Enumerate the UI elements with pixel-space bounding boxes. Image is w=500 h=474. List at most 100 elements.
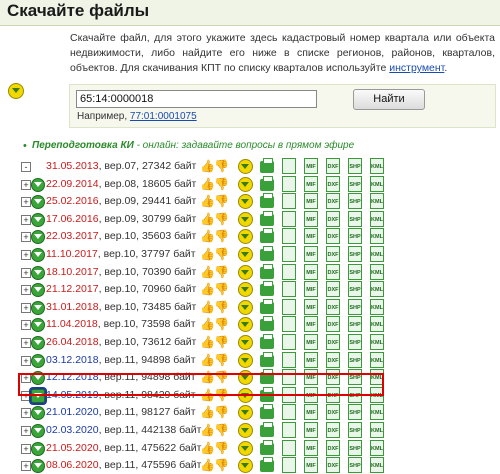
- file-date-link[interactable]: 22.09.2014: [46, 178, 99, 190]
- download-icon[interactable]: [238, 458, 253, 474]
- thumb-down-icon[interactable]: 👎: [214, 194, 229, 210]
- mif-file-icon[interactable]: MIF: [304, 175, 318, 192]
- download-icon[interactable]: [238, 440, 253, 456]
- shp-file-icon[interactable]: SHP: [348, 281, 362, 298]
- mif-file-icon[interactable]: MIF: [304, 263, 318, 280]
- file-download-icon[interactable]: [31, 283, 45, 298]
- print-icon[interactable]: [260, 316, 274, 332]
- mif-file-icon[interactable]: MIF: [304, 422, 318, 438]
- thumb-up-icon[interactable]: 👍: [200, 194, 215, 210]
- expand-toggle[interactable]: -: [21, 162, 31, 172]
- xml-file-icon[interactable]: [282, 158, 296, 174]
- mif-file-icon[interactable]: MIF: [304, 334, 318, 350]
- expand-toggle[interactable]: +: [21, 232, 31, 243]
- thumb-down-icon[interactable]: 👎: [214, 458, 229, 474]
- mif-file-icon[interactable]: MIF: [304, 404, 318, 421]
- announcement-link[interactable]: Переподготовка КИ: [32, 140, 134, 151]
- example-link[interactable]: 77:01:0001075: [130, 111, 197, 122]
- file-download-icon[interactable]: [31, 177, 45, 192]
- mif-file-icon[interactable]: MIF: [304, 316, 318, 333]
- file-date-link[interactable]: 21.12.2017: [46, 283, 99, 295]
- find-button[interactable]: Найти: [353, 89, 425, 110]
- print-icon[interactable]: [260, 246, 274, 261]
- file-date-link[interactable]: 11.10.2017: [46, 248, 98, 260]
- download-icon[interactable]: [238, 211, 253, 227]
- shp-file-icon[interactable]: SHP: [348, 228, 362, 245]
- dxf-file-icon[interactable]: DXF: [326, 210, 340, 227]
- thumb-up-icon[interactable]: 👍: [200, 441, 215, 457]
- file-download-icon[interactable]: [31, 406, 45, 421]
- kml-file-icon[interactable]: KML: [370, 351, 384, 368]
- dxf-file-icon[interactable]: DXF: [326, 439, 340, 456]
- expand-toggle[interactable]: +: [21, 426, 31, 436]
- xml-file-icon[interactable]: [282, 422, 296, 438]
- kml-file-icon[interactable]: KML: [370, 298, 384, 315]
- thumb-up-icon[interactable]: 👍: [200, 159, 215, 175]
- thumb-up-icon[interactable]: 👍: [200, 247, 215, 263]
- file-date-link[interactable]: 11.04.2018: [46, 318, 98, 330]
- print-icon[interactable]: [260, 439, 274, 455]
- download-icon[interactable]: [238, 247, 253, 262]
- shp-file-icon[interactable]: SHP: [348, 210, 362, 227]
- kml-file-icon[interactable]: KML: [370, 246, 384, 262]
- xml-file-icon[interactable]: [282, 246, 296, 262]
- download-icon[interactable]: [238, 423, 253, 438]
- dxf-file-icon[interactable]: DXF: [326, 351, 340, 368]
- expand-toggle[interactable]: +: [21, 285, 31, 296]
- shp-file-icon[interactable]: SHP: [348, 158, 362, 174]
- shp-file-icon[interactable]: SHP: [348, 298, 362, 315]
- dxf-file-icon[interactable]: DXF: [326, 316, 340, 333]
- download-icon[interactable]: [238, 352, 253, 368]
- print-icon[interactable]: [260, 298, 274, 314]
- thumb-up-icon[interactable]: 👍: [200, 405, 215, 421]
- print-icon[interactable]: [260, 422, 274, 437]
- mif-file-icon[interactable]: MIF: [304, 457, 318, 474]
- xml-file-icon[interactable]: [282, 263, 296, 280]
- print-icon[interactable]: [260, 404, 274, 420]
- expand-toggle[interactable]: +: [21, 461, 31, 472]
- print-icon[interactable]: [260, 158, 274, 173]
- download-icon[interactable]: [238, 229, 253, 245]
- shp-file-icon[interactable]: SHP: [348, 334, 362, 350]
- thumb-down-icon[interactable]: 👎: [214, 212, 229, 228]
- download-icon[interactable]: [238, 317, 253, 333]
- kml-file-icon[interactable]: KML: [370, 263, 384, 280]
- kml-file-icon[interactable]: KML: [370, 439, 384, 456]
- search-input[interactable]: 65:14:0000018: [76, 90, 317, 108]
- print-icon[interactable]: [260, 228, 274, 244]
- file-download-icon[interactable]: [31, 336, 45, 350]
- file-date-link[interactable]: 03.12.2018: [46, 354, 99, 366]
- expand-toggle[interactable]: +: [21, 355, 31, 366]
- shp-file-icon[interactable]: SHP: [348, 439, 362, 456]
- file-download-icon[interactable]: [31, 424, 45, 438]
- file-date-link[interactable]: 18.10.2017: [46, 266, 99, 278]
- dxf-file-icon[interactable]: DXF: [326, 334, 340, 350]
- dxf-file-icon[interactable]: DXF: [326, 457, 340, 474]
- file-date-link[interactable]: 31.05.2013: [46, 160, 99, 172]
- file-date-link[interactable]: 22.03.2017: [46, 230, 99, 242]
- thumb-up-icon[interactable]: 👍: [200, 300, 215, 316]
- thumb-down-icon[interactable]: 👎: [214, 317, 229, 333]
- xml-file-icon[interactable]: [282, 228, 296, 245]
- kml-file-icon[interactable]: KML: [370, 175, 384, 192]
- thumb-down-icon[interactable]: 👎: [214, 423, 229, 439]
- mif-file-icon[interactable]: MIF: [304, 246, 318, 262]
- thumb-down-icon[interactable]: 👎: [214, 282, 229, 298]
- xml-file-icon[interactable]: [282, 439, 296, 456]
- xml-file-icon[interactable]: [282, 281, 296, 298]
- thumb-up-icon[interactable]: 👍: [200, 423, 215, 439]
- thumb-up-icon[interactable]: 👍: [200, 458, 215, 474]
- expand-toggle[interactable]: +: [21, 179, 31, 190]
- expand-toggle[interactable]: +: [21, 443, 31, 454]
- download-icon[interactable]: [238, 335, 253, 350]
- file-date-link[interactable]: 17.06.2016: [46, 213, 99, 225]
- thumb-down-icon[interactable]: 👎: [214, 247, 229, 263]
- mif-file-icon[interactable]: MIF: [304, 439, 318, 456]
- file-download-icon[interactable]: [31, 265, 45, 280]
- xml-file-icon[interactable]: [282, 193, 296, 210]
- file-date-link[interactable]: 02.03.2020: [46, 424, 99, 436]
- expand-toggle[interactable]: +: [21, 250, 31, 260]
- thumb-down-icon[interactable]: 👎: [214, 405, 229, 421]
- thumb-up-icon[interactable]: 👍: [200, 317, 215, 333]
- file-download-icon[interactable]: [31, 459, 45, 474]
